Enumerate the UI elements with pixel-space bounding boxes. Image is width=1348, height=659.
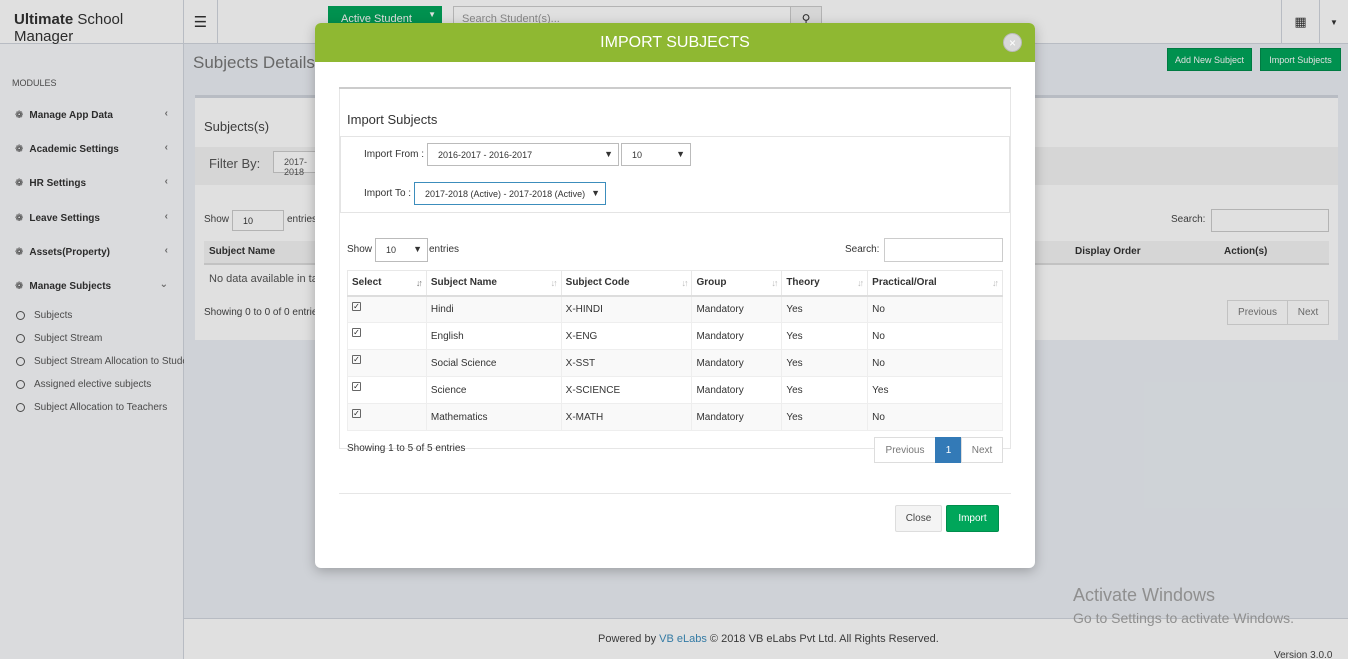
pagination-page-1[interactable]: 1: [935, 437, 962, 463]
subject-name-cell: Social Science: [425, 349, 562, 377]
table-row: ✓ Social Science X-SST Mandatory Yes No: [347, 349, 1003, 377]
theory-cell: Yes: [781, 376, 869, 404]
table-row: ✓ Mathematics X-MATH Mandatory Yes No: [347, 403, 1003, 431]
import-from-label: Import From :: [364, 149, 425, 160]
sort-asc-icon: ↓↑: [415, 278, 423, 288]
import-from-select[interactable]: 2016-2017 - 2016-2017 ▼: [427, 143, 619, 166]
subject-name-cell: Hindi: [425, 295, 562, 323]
group-cell: Mandatory: [691, 403, 783, 431]
show-label: Show: [347, 244, 373, 255]
subject-name-cell: English: [425, 322, 562, 350]
page-length-select[interactable]: 10 ▼: [375, 238, 428, 262]
pagination-previous[interactable]: Previous: [874, 437, 936, 463]
windows-activation-title: Activate Windows: [1073, 585, 1216, 605]
entries-label: entries: [429, 244, 460, 255]
subject-code-cell: X-HINDI: [560, 295, 693, 323]
search-label: Search:: [845, 244, 880, 255]
practical-cell: No: [867, 295, 1003, 323]
theory-cell: Yes: [781, 403, 869, 431]
theory-cell: Yes: [781, 322, 869, 350]
chevron-down-icon: ▼: [676, 149, 685, 159]
sort-icon: ↓↑: [857, 278, 864, 288]
select-checkbox[interactable]: ✓: [352, 328, 361, 338]
practical-cell: No: [867, 322, 1003, 350]
practical-cell: No: [867, 403, 1003, 431]
modal-title: IMPORT SUBJECTS: [600, 33, 750, 51]
table-row: ✓ English X-ENG Mandatory Yes No: [347, 322, 1003, 350]
import-to-label: Import To :: [364, 188, 412, 199]
import-button[interactable]: Import: [946, 505, 999, 532]
sort-icon: ↓↑: [992, 278, 999, 288]
subject-code-cell: X-MATH: [560, 403, 693, 431]
group-cell: Mandatory: [691, 376, 783, 404]
sort-icon: ↓↑: [550, 278, 558, 288]
group-cell: Mandatory: [691, 349, 783, 377]
theory-cell: Yes: [781, 349, 869, 377]
close-icon[interactable]: ×: [1003, 33, 1022, 52]
windows-activation-subtitle: Go to Settings to activate Windows.: [1073, 610, 1294, 626]
select-checkbox[interactable]: ✓: [352, 409, 361, 419]
group-cell: Mandatory: [691, 295, 783, 323]
practical-cell: Yes: [867, 376, 1003, 404]
select-checkbox[interactable]: ✓: [352, 355, 361, 365]
table-header-row: Select ↓↑ Subject Name ↓↑ Subject Code ↓↑ G…: [347, 270, 1003, 297]
section-title: Import Subjects: [347, 112, 438, 127]
divider: [339, 493, 1011, 494]
modal-search-input[interactable]: [884, 238, 1003, 262]
pagination-next[interactable]: Next: [961, 437, 1003, 463]
chevron-down-icon: ▼: [604, 149, 613, 159]
column-header-theory[interactable]: Theory ↓↑: [781, 270, 869, 297]
table-row: ✓ Hindi X-HINDI Mandatory Yes No: [347, 295, 1003, 323]
sort-icon: ↓↑: [771, 278, 778, 288]
import-subjects-modal: IMPORT SUBJECTS × Import Subjects Import…: [315, 23, 1035, 568]
sort-icon: ↓↑: [681, 278, 688, 288]
subject-code-cell: X-ENG: [560, 322, 693, 350]
subject-name-cell: Science: [425, 376, 562, 404]
subjects-table: Select ↓↑ Subject Name ↓↑ Subject Code ↓↑ G…: [347, 270, 1003, 431]
import-to-select[interactable]: 2017-2018 (Active) - 2017-2018 (Active) …: [414, 182, 606, 205]
practical-cell: No: [867, 349, 1003, 377]
subject-code-cell: X-SST: [560, 349, 693, 377]
theory-cell: Yes: [781, 295, 869, 323]
chevron-down-icon: ▼: [413, 244, 422, 254]
table-row: ✓ Science X-SCIENCE Mandatory Yes Yes: [347, 376, 1003, 404]
class-select[interactable]: 10 ▼: [621, 143, 691, 166]
close-button[interactable]: Close: [895, 505, 942, 532]
subject-name-cell: Mathematics: [425, 403, 562, 431]
table-info: Showing 1 to 5 of 5 entries: [347, 443, 466, 454]
modal-header: IMPORT SUBJECTS: [315, 23, 1035, 62]
column-header-group[interactable]: Group ↓↑: [691, 270, 783, 297]
column-header-subject-name[interactable]: Subject Name ↓↑: [425, 270, 562, 297]
group-cell: Mandatory: [691, 322, 783, 350]
column-header-select[interactable]: Select ↓↑: [347, 270, 427, 297]
column-header-practical[interactable]: Practical/Oral ↓↑: [867, 270, 1003, 297]
select-checkbox[interactable]: ✓: [352, 301, 361, 311]
select-checkbox[interactable]: ✓: [352, 382, 361, 392]
chevron-down-icon: ▼: [591, 188, 600, 198]
column-header-subject-code[interactable]: Subject Code ↓↑: [560, 270, 693, 297]
subject-code-cell: X-SCIENCE: [560, 376, 693, 404]
